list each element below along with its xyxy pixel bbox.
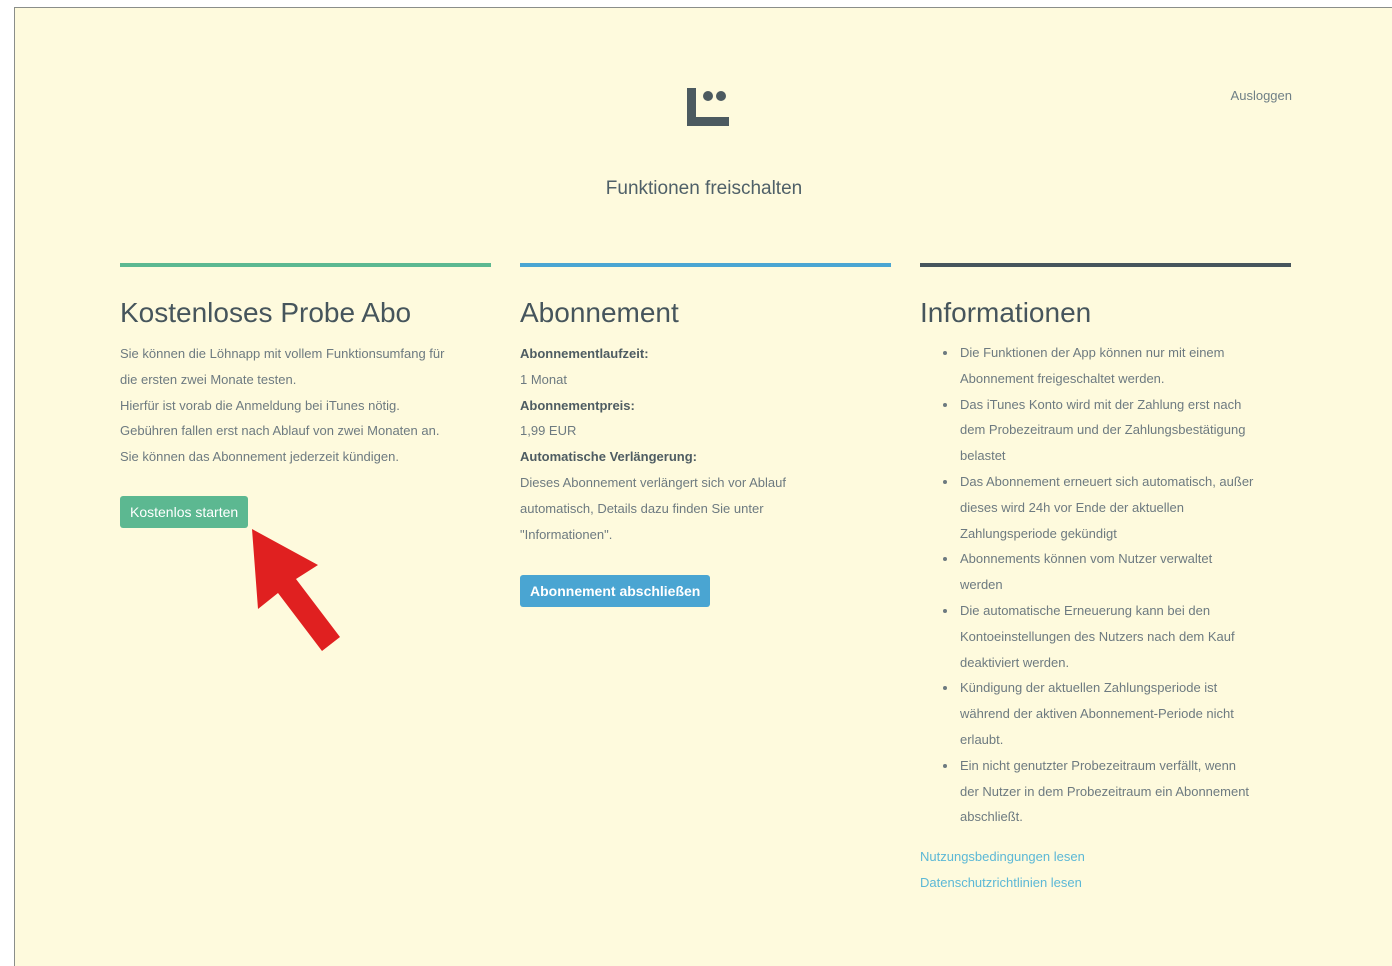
trial-title: Kostenloses Probe Abo [120,297,412,328]
trial-line: Hierfür ist vorab die Anmeldung bei iTun… [120,397,400,413]
info-list-item: Das Abonnement erneuert sich automatisch… [958,469,1291,546]
info-line: Kontoeinstellungen des Nutzers nach dem … [960,628,1235,644]
subscription-title: Abonnement [520,297,679,328]
trial-line: Gebühren fallen erst nach Ablauf von zwe… [120,423,440,439]
info-line: Abonnements können vom Nutzer verwaltet [960,551,1213,567]
info-line: Zahlungsperiode gekündigt [960,525,1117,541]
info-line: dieses wird 24h vor Ende der aktuellen [960,499,1185,515]
info-line: der Nutzer in dem Probezeitraum ein Abon… [960,783,1250,799]
price-label: Abonnementpreis: [520,397,635,413]
info-list-item: Kündigung der aktuellen Zahlungsperiode … [958,675,1291,752]
info-list-item: Abonnements können vom Nutzer verwaltet … [958,546,1291,598]
info-list: Die Funktionen der App können nur mit ei… [920,340,1291,830]
app-logo-icon [687,88,729,126]
duration-label: Abonnementlaufzeit: [520,346,649,361]
info-list-item: Das iTunes Konto wird mit der Zahlung er… [958,392,1291,469]
info-line: werden [960,577,1003,593]
price-value: 1,99 EUR [520,423,577,439]
info-column: Informationen Die Funktionen der App kön… [920,263,1291,896]
trial-line: die ersten zwei Monate testen. [120,371,297,387]
trial-description: Sie können die Löhnapp mit vollem Funkti… [120,341,491,470]
renewal-line: Dieses Abonnement verlängert sich vor Ab… [520,474,786,490]
info-accent-bar [920,263,1291,267]
renewal-line: "Informationen". [520,526,613,542]
subscription-column: Abonnement Abonnementlaufzeit: 1 Monat A… [520,263,891,608]
start-free-trial-button[interactable]: Kostenlos starten [120,495,249,528]
info-line: Das iTunes Konto wird mit der Zahlung er… [960,396,1242,412]
info-line: Abonnement freigeschaltet werden. [960,370,1165,386]
duration-value: 1 Monat [520,371,567,387]
info-line: Ein nicht genutzter Probezeitraum verfäl… [960,757,1237,773]
red-arrow-icon [252,529,340,651]
info-title: Informationen [920,297,1092,328]
info-list-item: Die automatische Erneuerung kann bei den… [958,598,1291,675]
subscribe-button[interactable]: Abonnement abschließen [520,575,711,608]
info-line: während der aktiven Abonnement-Periode n… [960,706,1234,722]
privacy-link[interactable]: Datenschutzrichtlinien lesen [920,870,1291,896]
subscription-accent-bar [520,263,891,267]
page-title: Funktionen freischalten [605,178,803,199]
info-line: Die Funktionen der App können nur mit ei… [960,345,1225,360]
subscription-details: Abonnementlaufzeit: 1 Monat Abonnementpr… [520,341,891,547]
trial-line: Sie können das Abonnement jederzeit künd… [120,449,399,465]
terms-link[interactable]: Nutzungsbedingungen lesen [920,844,1291,870]
info-line: dem Probezeitraum und der Zahlungsbestät… [960,422,1246,438]
info-line: deaktiviert werden. [960,654,1070,670]
info-line: abschließt. [960,809,1023,825]
info-line: Kündigung der aktuellen Zahlungsperiode … [960,680,1218,696]
info-line: belastet [960,448,1006,464]
logout-link[interactable]: Ausloggen [1231,88,1292,103]
info-line: erlaubt. [960,731,1004,747]
info-line: Die automatische Erneuerung kann bei den [960,602,1211,618]
renewal-label: Automatische Verlängerung: [520,449,697,465]
trial-accent-bar [120,263,491,267]
info-line: Das Abonnement erneuert sich automatisch… [960,473,1254,489]
trial-line: Sie können die Löhnapp mit vollem Funkti… [120,346,445,361]
page-frame: Ausloggen Funktionen freischalten Kosten… [14,7,1392,966]
info-list-item: Die Funktionen der App können nur mit ei… [958,340,1291,392]
trial-column: Kostenloses Probe Abo Sie können die Löh… [120,263,491,528]
renewal-line: automatisch, Details dazu finden Sie unt… [520,500,764,516]
info-links: Nutzungsbedingungen lesen Datenschutzric… [920,844,1291,896]
info-list-item: Ein nicht genutzter Probezeitraum verfäl… [958,753,1291,830]
